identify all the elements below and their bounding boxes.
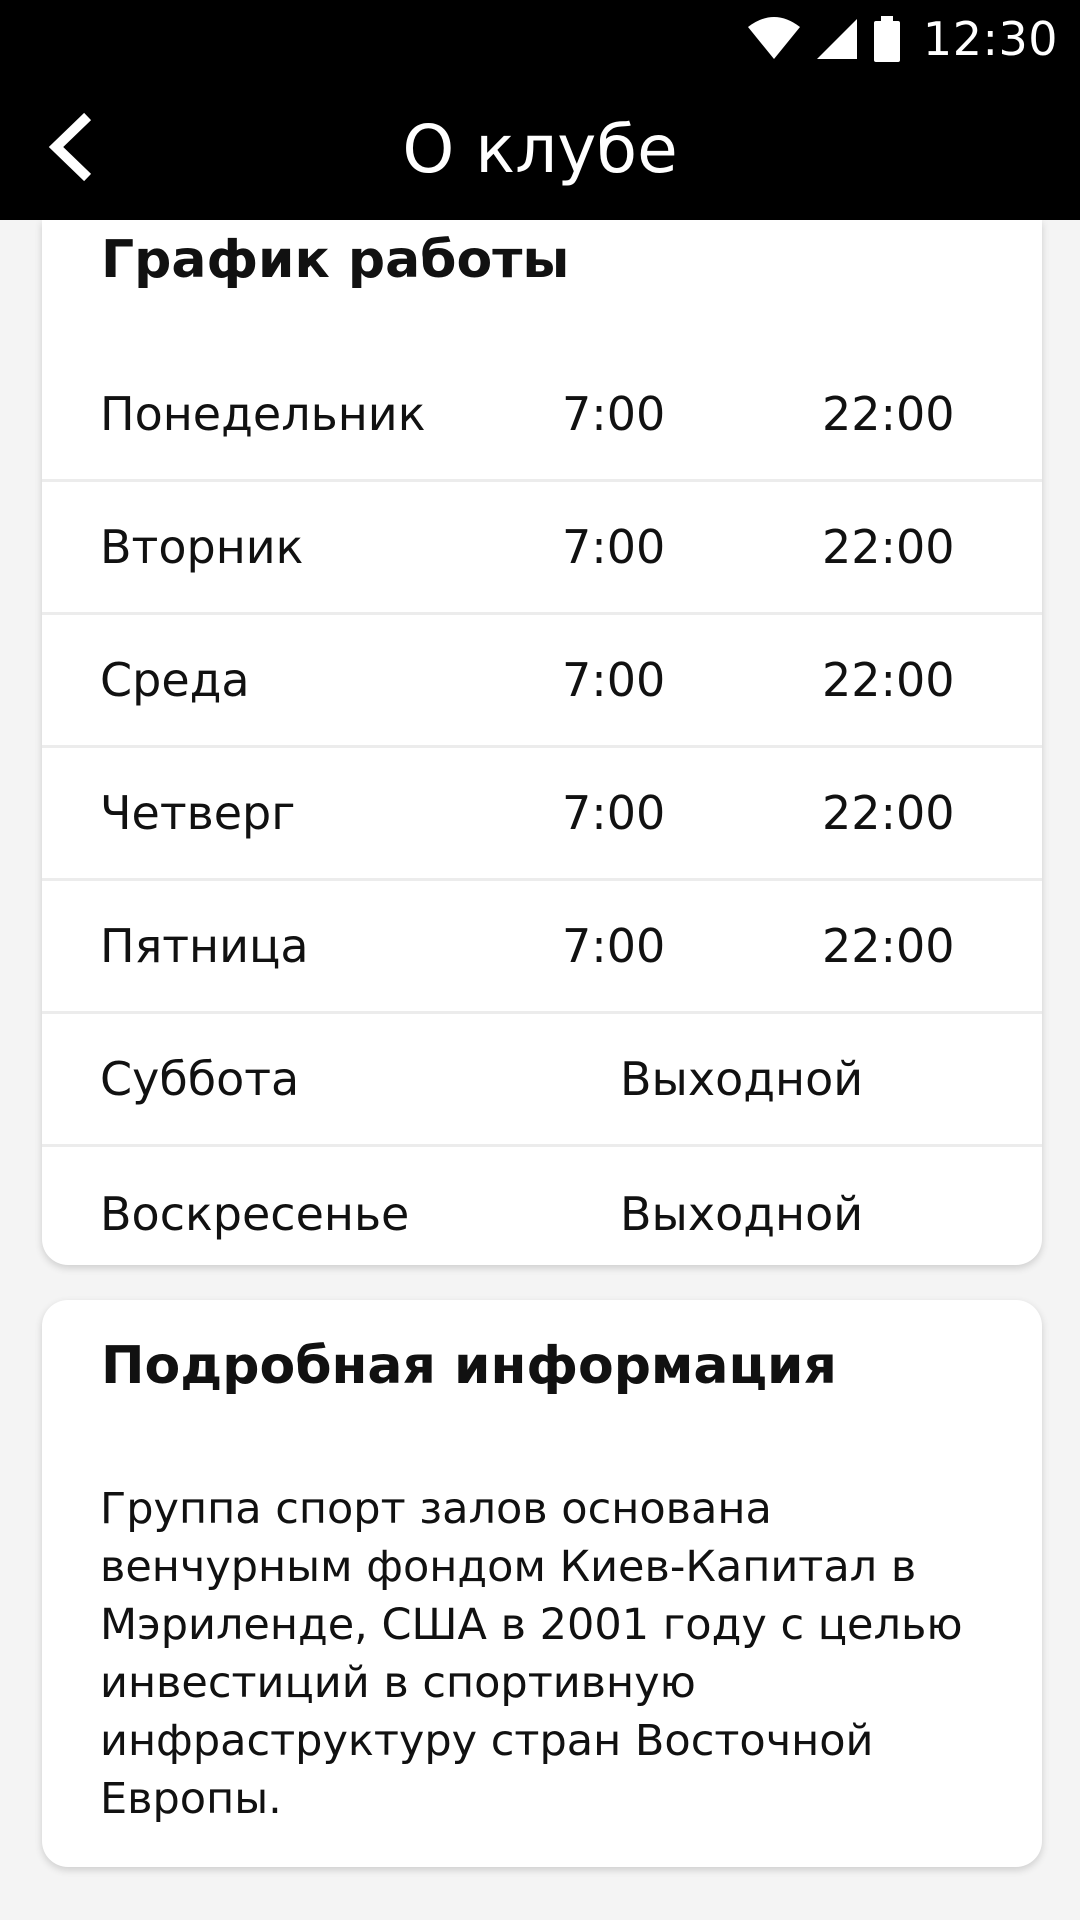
day-label: Понедельник (100, 387, 426, 441)
schedule-row-wednesday: Среда 7:00 22:00 (42, 615, 1042, 748)
open-time: 7:00 (562, 653, 666, 707)
close-time: 22:00 (822, 919, 955, 973)
day-off-label: Выходной (620, 1186, 864, 1241)
schedule-row-monday: Понедельник 7:00 22:00 (42, 349, 1042, 482)
open-time: 7:00 (562, 520, 666, 574)
wifi-icon (747, 17, 801, 61)
signal-icon (815, 17, 859, 61)
info-card: Подробная информация Группа спорт залов … (42, 1300, 1042, 1867)
schedule-card: График работы Понедельник 7:00 22:00 Вто… (42, 220, 1042, 1265)
schedule-row-friday: Пятница 7:00 22:00 (42, 881, 1042, 1014)
schedule-row-thursday: Четверг 7:00 22:00 (42, 748, 1042, 881)
info-title: Подробная информация (101, 1336, 837, 1396)
close-time: 22:00 (822, 786, 955, 840)
day-label: Пятница (100, 919, 309, 973)
schedule-list: Понедельник 7:00 22:00 Вторник 7:00 22:0… (42, 349, 1042, 1280)
close-time: 22:00 (822, 653, 955, 707)
open-time: 7:00 (562, 387, 666, 441)
status-bar: 12:30 (0, 0, 1080, 78)
status-time: 12:30 (922, 12, 1058, 66)
schedule-row-sunday: Воскресенье Выходной (42, 1147, 1042, 1280)
page-title: О клубе (402, 110, 678, 188)
app-bar: О клубе (0, 78, 1080, 220)
close-time: 22:00 (822, 520, 955, 574)
day-label: Среда (100, 653, 250, 707)
info-text: Группа спорт залов основана венчурным фо… (100, 1484, 963, 1824)
day-off-label: Выходной (620, 1052, 864, 1106)
status-icons: 12:30 (747, 12, 1058, 66)
schedule-row-tuesday: Вторник 7:00 22:00 (42, 482, 1042, 615)
open-time: 7:00 (562, 786, 666, 840)
schedule-title: График работы (101, 230, 570, 290)
schedule-row-saturday: Суббота Выходной (42, 1014, 1042, 1147)
close-time: 22:00 (822, 387, 955, 441)
battery-icon (873, 16, 901, 62)
day-label: Четверг (100, 786, 296, 840)
day-label: Вторник (100, 520, 304, 574)
day-label: Воскресенье (100, 1186, 410, 1241)
open-time: 7:00 (562, 919, 666, 973)
day-label: Суббота (100, 1052, 300, 1106)
